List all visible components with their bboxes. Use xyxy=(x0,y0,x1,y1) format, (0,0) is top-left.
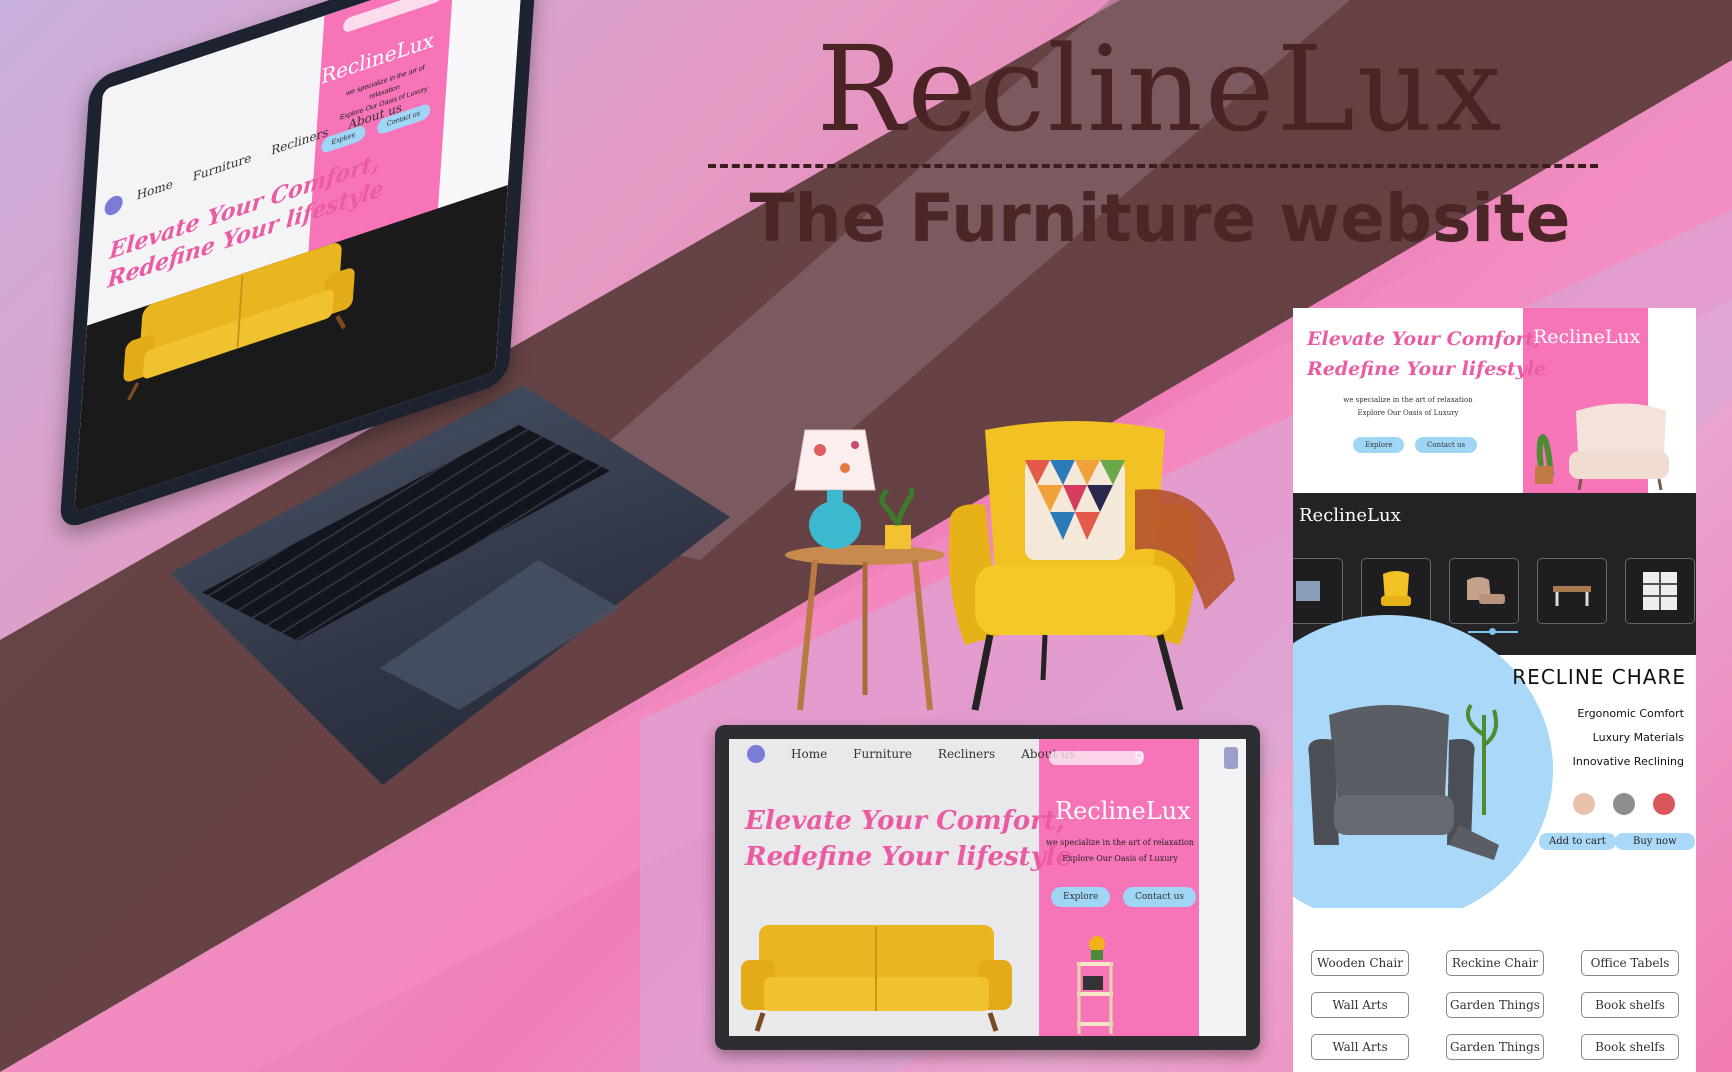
laptop-white-panel xyxy=(437,0,524,219)
brand-title: ReclineLux xyxy=(816,20,1504,158)
buy-now-button[interactable]: Buy now xyxy=(1615,833,1695,850)
laptop-nav-furniture[interactable]: Furniture xyxy=(192,150,252,184)
product-feature: Luxury Materials xyxy=(1592,731,1684,744)
preview-explore-button[interactable]: Explore xyxy=(1353,437,1405,453)
category-chip[interactable]: Book shelfs xyxy=(1581,1034,1679,1060)
add-to-cart-button[interactable]: Add to cart xyxy=(1539,833,1616,850)
desktop-sofa-image xyxy=(741,925,1012,1032)
desktop-nav-home[interactable]: Home xyxy=(791,747,827,761)
preview-carousel-brand: ReclineLux xyxy=(1299,505,1401,526)
desktop-mockup: Home Furniture Recliners About us ⚲ Elev… xyxy=(715,725,1260,1050)
desktop-nav-furniture[interactable]: Furniture xyxy=(853,747,912,761)
desktop-avatar-icon[interactable] xyxy=(747,745,765,763)
carousel-thumb-partial[interactable] xyxy=(1293,558,1343,624)
category-chip[interactable]: Wall Arts xyxy=(1311,992,1409,1018)
search-icon[interactable]: ⚲ xyxy=(1134,748,1145,766)
desktop-hero-headline: Elevate Your Comfort, Redefine Your life… xyxy=(745,806,1073,872)
desktop-search-input[interactable] xyxy=(1049,751,1144,765)
laptop-avatar-icon[interactable] xyxy=(104,193,124,218)
color-swatch-beige[interactable] xyxy=(1573,793,1595,815)
preview-product-section: RECLINE CHARE Ergonomic Comfort Luxury M… xyxy=(1293,615,1696,925)
dining-table-icon xyxy=(1553,586,1591,606)
armchair-lamp-illustration xyxy=(785,421,1235,711)
yellow-armchair-icon xyxy=(1381,571,1411,606)
desktop-nav-recliners[interactable]: Recliners xyxy=(938,747,995,761)
title-divider xyxy=(708,164,1598,168)
carousel-scroll-handle[interactable] xyxy=(1489,628,1496,635)
preview-armchair-image xyxy=(1535,403,1669,491)
recliner-icon xyxy=(1467,577,1505,604)
category-chip[interactable]: Reckine Chair xyxy=(1446,950,1544,976)
carousel-thumb-recliner[interactable] xyxy=(1449,558,1519,624)
desktop-nav: Home Furniture Recliners About us xyxy=(747,745,1075,763)
chair-icon xyxy=(1296,581,1320,601)
desktop-contact-button[interactable]: Contact us xyxy=(1123,887,1197,907)
category-chip[interactable]: Wooden Chair xyxy=(1311,950,1409,976)
category-chip[interactable]: Book shelfs xyxy=(1581,992,1679,1018)
desktop-bag-icon[interactable] xyxy=(1224,747,1238,769)
category-chip[interactable]: Garden Things xyxy=(1446,1034,1544,1060)
mobile-page-preview: Elevate Your Comfort, Redefine Your life… xyxy=(1293,308,1696,1072)
laptop-nav-home[interactable]: Home xyxy=(136,176,173,202)
category-chip[interactable]: Garden Things xyxy=(1446,992,1544,1018)
desktop-explore-button[interactable]: Explore xyxy=(1051,887,1111,907)
preview-tagline: we specialize in the art of relaxation E… xyxy=(1343,396,1473,417)
category-chip[interactable]: Office Tabels xyxy=(1581,950,1679,976)
preview-brand: ReclineLux xyxy=(1533,326,1641,348)
color-swatch-red[interactable] xyxy=(1653,793,1675,815)
preview-hero-section: Elevate Your Comfort, Redefine Your life… xyxy=(1293,308,1696,493)
product-title: RECLINE CHARE xyxy=(1512,665,1686,689)
preview-category-grid: Wooden Chair Reckine Chair Office Tabels… xyxy=(1293,908,1696,1072)
desktop-screen: Home Furniture Recliners About us ⚲ Elev… xyxy=(729,739,1246,1036)
preview-hero-headline: Elevate Your Comfort, Redefine Your life… xyxy=(1307,328,1547,380)
carousel-thumbnails xyxy=(1293,558,1696,624)
brand-subtitle: The Furniture website xyxy=(749,180,1571,257)
laptop-mockup: Home Furniture Recliners About us Elevat… xyxy=(30,0,790,830)
carousel-thumb-dining-table[interactable] xyxy=(1537,558,1607,624)
carousel-thumb-yellow-chair[interactable] xyxy=(1361,558,1431,624)
category-chip[interactable]: Wall Arts xyxy=(1311,1034,1409,1060)
color-swatch-gray[interactable] xyxy=(1613,793,1635,815)
bookshelf-icon xyxy=(1643,572,1677,610)
product-feature: Innovative Reclining xyxy=(1572,755,1684,768)
carousel-thumb-bookshelf[interactable] xyxy=(1625,558,1695,624)
desktop-tagline: we specialize in the art of relaxation E… xyxy=(1046,838,1194,863)
product-feature: Ergonomic Comfort xyxy=(1577,707,1684,720)
desktop-brand: ReclineLux xyxy=(1055,797,1191,825)
preview-contact-button[interactable]: Contact us xyxy=(1415,437,1478,453)
desktop-shelf-image xyxy=(1077,936,1113,1034)
product-recliner-image xyxy=(1308,703,1499,860)
desktop-white-panel xyxy=(1199,739,1246,1036)
